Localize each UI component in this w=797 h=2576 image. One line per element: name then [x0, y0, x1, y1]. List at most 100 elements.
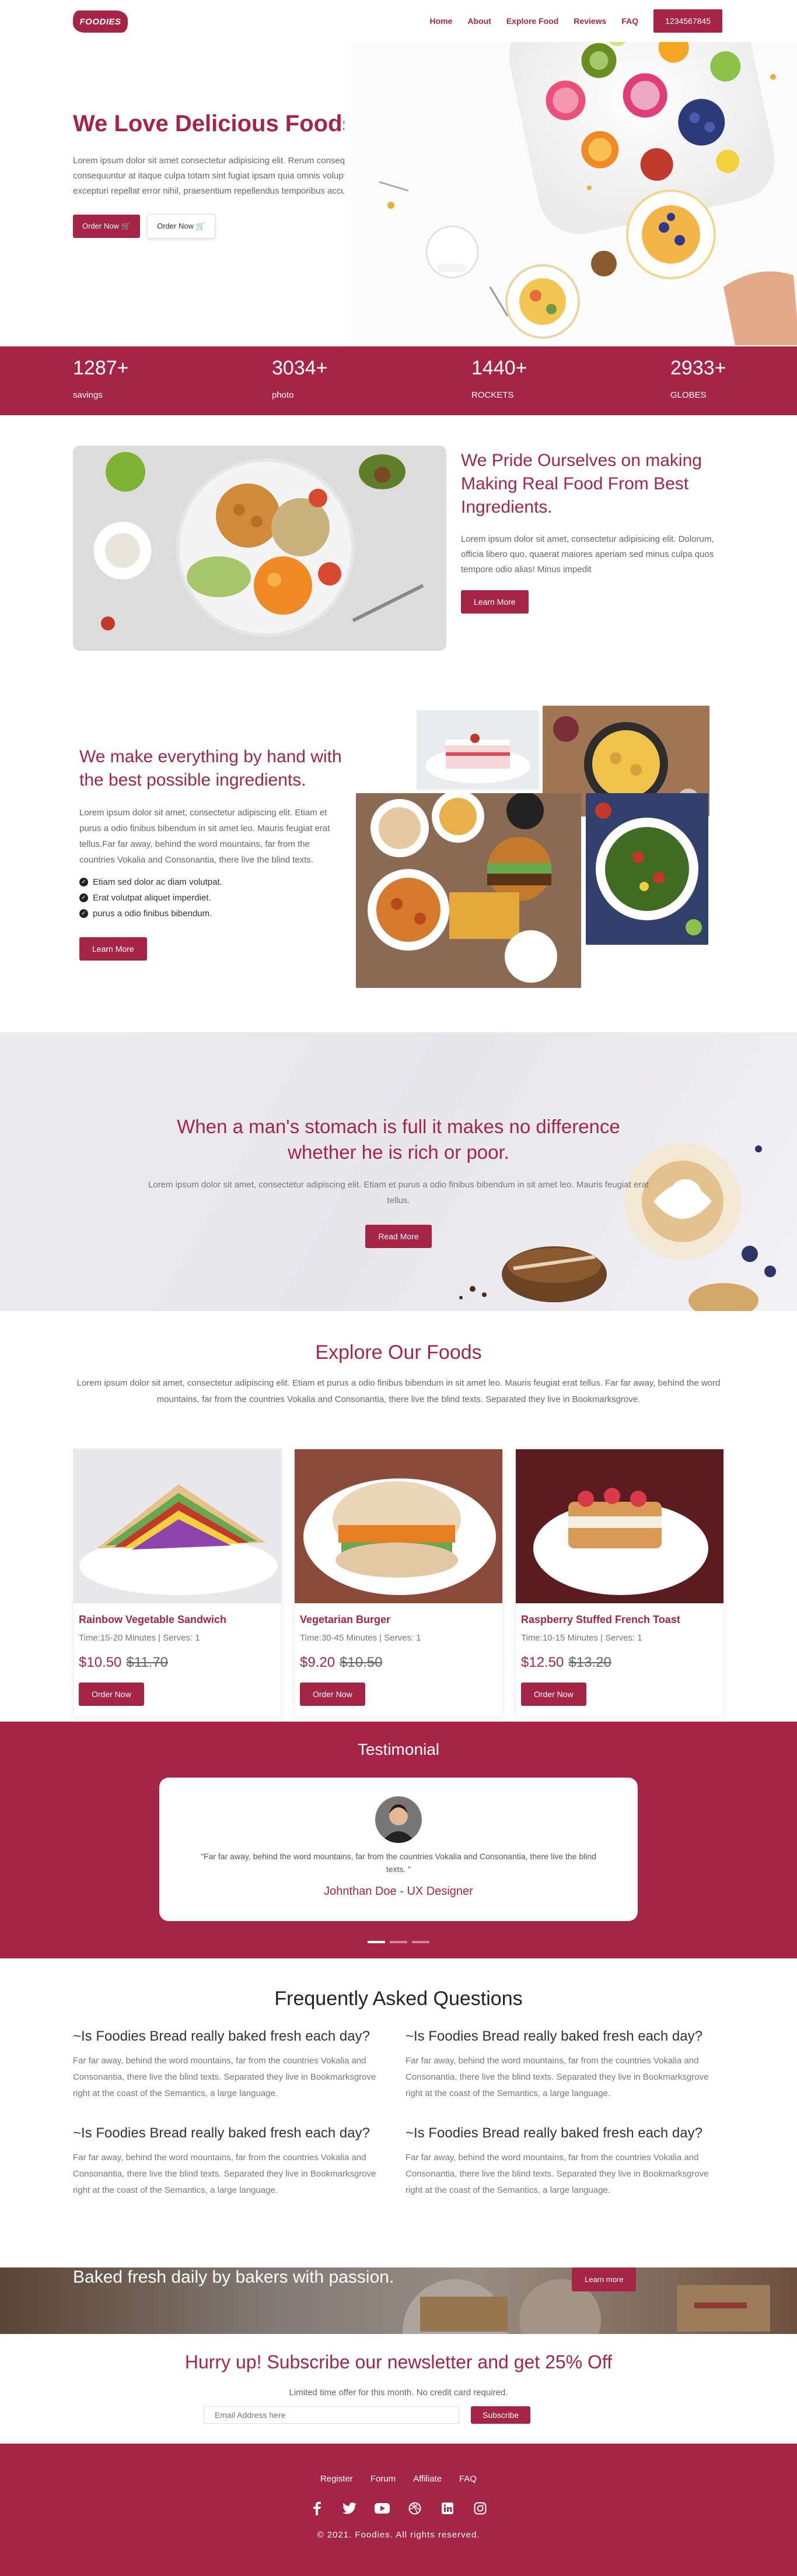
explore-title: Explore Our Foods [315, 1341, 482, 1364]
quote-banner: When a man's stomach is full it makes no… [0, 1032, 797, 1311]
food-name[interactable]: Rainbow Vegetable Sandwich [79, 1614, 276, 1626]
old-price: $13.20 [568, 1655, 611, 1670]
check-icon: ✓ [79, 878, 88, 886]
food-name[interactable]: Raspberry Stuffed French Toast [521, 1614, 718, 1626]
twitter-icon[interactable] [342, 2501, 357, 2516]
handmade-text: We make everything by hand with the best… [79, 745, 342, 961]
footer-link-forum[interactable]: Forum [370, 2474, 396, 2484]
stats-bar: 1287+ savings 3034+ photo 1440+ ROCKETS … [0, 346, 797, 415]
nav-explore-food[interactable]: Explore Food [506, 16, 558, 26]
nav-home[interactable]: Home [430, 16, 453, 26]
handmade-list: ✓ Etiam sed dolor ac diam volutpat. ✓ Erat… [79, 877, 342, 919]
faq-item: ~Is Foodies Bread really baked fresh eac… [73, 2028, 388, 2102]
dribbble-icon[interactable] [407, 2501, 422, 2516]
salad-image [586, 793, 708, 945]
faq-answer: Far far away, behind the word mountains,… [73, 2056, 376, 2098]
pride-learn-more-button[interactable]: Learn More [461, 590, 529, 614]
card-body: Rainbow Vegetable Sandwich Time:15-20 Mi… [74, 1603, 281, 1716]
stat-value: 2933+ [670, 357, 726, 379]
food-card: Raspberry Stuffed French Toast Time:10-1… [515, 1449, 724, 1717]
faq-title: Frequently Asked Questions [274, 1988, 523, 2010]
french-toast-image [516, 1449, 723, 1603]
faq-question[interactable]: ~Is Foodies Bread really baked fresh eac… [406, 2125, 721, 2142]
footer-link-affiliate[interactable]: Affiliate [413, 2474, 442, 2484]
old-price: $11.70 [126, 1655, 169, 1670]
order-now-button[interactable]: Order Now 🛒 [73, 215, 140, 238]
subscribe-button[interactable]: Subscribe [471, 2406, 531, 2424]
faq-answer: Far far away, behind the word mountains,… [406, 2153, 709, 2195]
pride-title: We Pride Ourselves on making Making Real… [461, 451, 702, 517]
site-footer: Register Forum Affiliate FAQ © 2021. Foo… [0, 2444, 797, 2576]
nav-reviews[interactable]: Reviews [574, 16, 606, 26]
order-now-button[interactable]: Order Now [300, 1683, 365, 1706]
cart-icon: 🛒 [195, 222, 205, 230]
food-meta: Time:10-15 Minutes | Serves: 1 [521, 1633, 642, 1643]
stat-value: 1287+ [73, 357, 129, 379]
food-card: Rainbow Vegetable Sandwich Time:15-20 Mi… [73, 1449, 282, 1717]
order-now-outline-button[interactable]: Order Now 🛒 [147, 214, 215, 239]
read-more-button[interactable]: Read More [365, 1225, 432, 1248]
order-now-label: Order Now [82, 222, 119, 230]
avatar [375, 1796, 422, 1843]
pride-description: Lorem ipsum dolor sit amet, consectetur … [461, 534, 714, 574]
instagram-icon[interactable] [473, 2501, 488, 2516]
facebook-icon[interactable] [309, 2501, 324, 2516]
youtube-icon[interactable] [375, 2501, 390, 2516]
nav-about[interactable]: About [467, 16, 491, 26]
list-item: ✓ purus a odio finibus bibendum. [79, 909, 342, 919]
footer-link-register[interactable]: Register [320, 2474, 353, 2484]
fast-food-image [356, 793, 581, 988]
footer-link-faq[interactable]: FAQ [459, 2474, 477, 2484]
testimonial-title: Testimonial [357, 1740, 440, 1758]
stat-globes: 2933+ GLOBES [670, 357, 764, 400]
handmade-learn-more-button[interactable]: Learn More [79, 937, 147, 961]
footer-links: Register Forum Affiliate FAQ [0, 2474, 797, 2484]
hero-buttons: Order Now 🛒 Order Now 🛒 [73, 214, 382, 239]
carousel-dot[interactable] [368, 1941, 385, 1943]
card-body: Raspberry Stuffed French Toast Time:10-1… [516, 1603, 723, 1716]
list-item-text: Etiam sed dolor ac diam volutpat. [93, 877, 222, 887]
faq-answer: Far far away, behind the word mountains,… [73, 2153, 376, 2195]
testimonial-card: "Far far away, behind the word mountains… [159, 1778, 638, 1921]
handmade-description: Lorem ipsum dolor sit amet, consectetur … [79, 808, 330, 865]
social-links [0, 2501, 797, 2516]
faq-question[interactable]: ~Is Foodies Bread really baked fresh eac… [406, 2028, 721, 2045]
stat-label: savings [73, 390, 103, 400]
food-name[interactable]: Vegetarian Burger [300, 1614, 497, 1626]
hero-food-image [344, 42, 797, 346]
carousel-dot[interactable] [412, 1941, 429, 1943]
order-now-button[interactable]: Order Now [79, 1683, 144, 1706]
nav-faq[interactable]: FAQ [621, 16, 638, 26]
cake-image [417, 710, 539, 790]
stat-rockets: 1440+ ROCKETS [471, 357, 565, 400]
sandwich-image [74, 1449, 281, 1603]
pride-section: We Pride Ourselves on making Making Real… [0, 415, 797, 675]
faq-question[interactable]: ~Is Foodies Bread really baked fresh eac… [73, 2125, 388, 2142]
order-now-outline-label: Order Now [157, 222, 194, 230]
bread-learn-more-button[interactable]: Learn more [572, 2267, 637, 2291]
linkedin-icon[interactable] [440, 2501, 455, 2516]
subscribe-form: Subscribe [204, 2406, 531, 2424]
check-icon: ✓ [79, 909, 88, 918]
email-field[interactable] [204, 2406, 459, 2424]
quote-title: When a man's stomach is full it makes no… [177, 1116, 620, 1163]
current-price: $12.50 [521, 1655, 564, 1670]
faq-question[interactable]: ~Is Foodies Bread really baked fresh eac… [73, 2028, 388, 2045]
bread-banner: Baked fresh daily by bakers with passion… [0, 2267, 797, 2334]
foodies-logo[interactable]: FOODIES [73, 10, 128, 33]
carousel-dot[interactable] [390, 1941, 407, 1943]
subscribe-section: Hurry up! Subscribe our newsletter and g… [0, 2334, 797, 2444]
stat-savings: 1287+ savings [73, 357, 166, 400]
phone-button[interactable]: 1234567845 [653, 9, 722, 33]
list-item: ✓ Erat volutpat aliquet imperdiet. [79, 893, 342, 903]
testimonial-section: Testimonial "Far far away, behind the wo… [0, 1722, 797, 1958]
order-now-button[interactable]: Order Now [521, 1683, 586, 1706]
carousel-dots [0, 1941, 797, 1943]
site-header: FOODIES Home About Explore Food Reviews … [0, 0, 797, 42]
list-item: ✓ Etiam sed dolor ac diam volutpat. [79, 877, 342, 887]
list-item-text: Erat volutpat aliquet imperdiet. [93, 893, 211, 903]
hero-title: We Love Delicious Foods! [73, 111, 363, 136]
food-price: $12.50 $13.20 [521, 1655, 718, 1671]
food-meta: Time:15-20 Minutes | Serves: 1 [79, 1633, 200, 1643]
check-icon: ✓ [79, 893, 88, 902]
